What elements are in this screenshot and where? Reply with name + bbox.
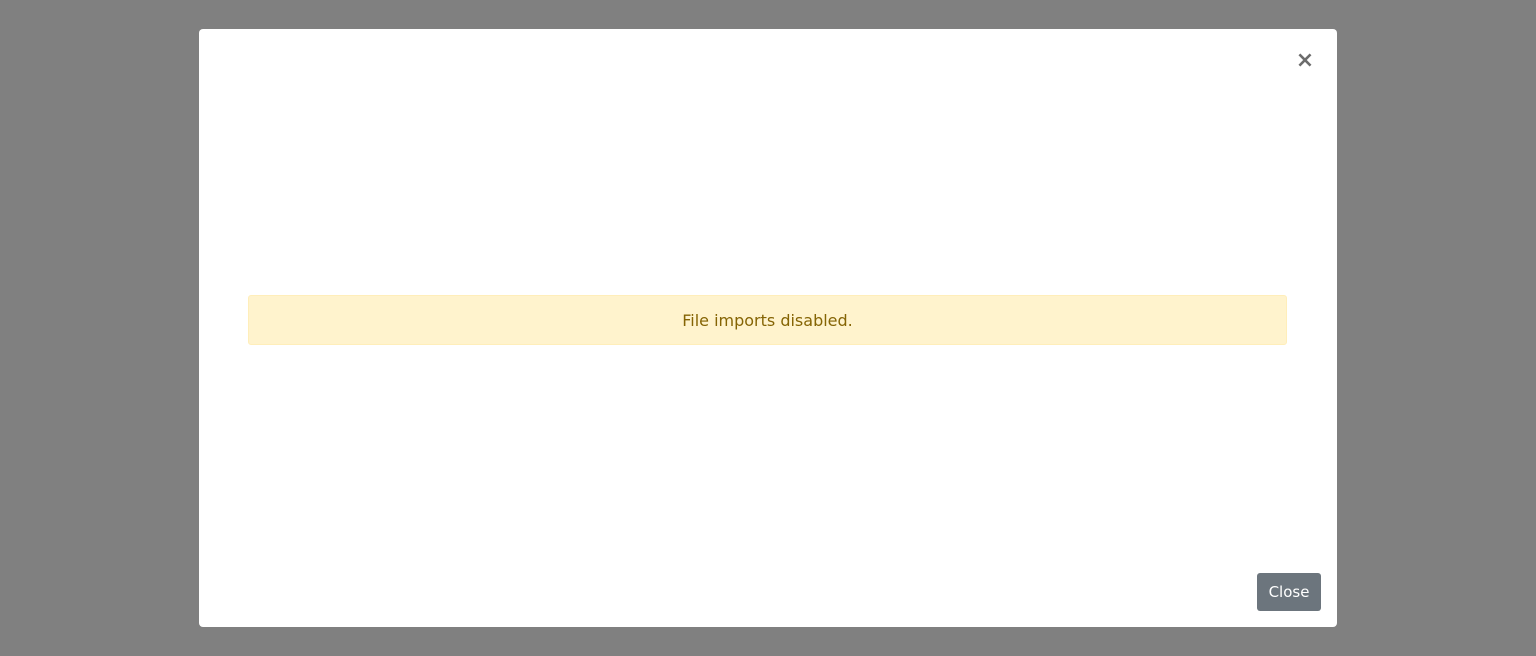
alert-message: File imports disabled. [682,310,853,330]
modal-dialog: × File imports disabled. Close [199,29,1337,627]
warning-alert: File imports disabled. [248,295,1287,345]
close-icon[interactable]: × [1291,47,1319,75]
close-button[interactable]: Close [1257,573,1321,611]
